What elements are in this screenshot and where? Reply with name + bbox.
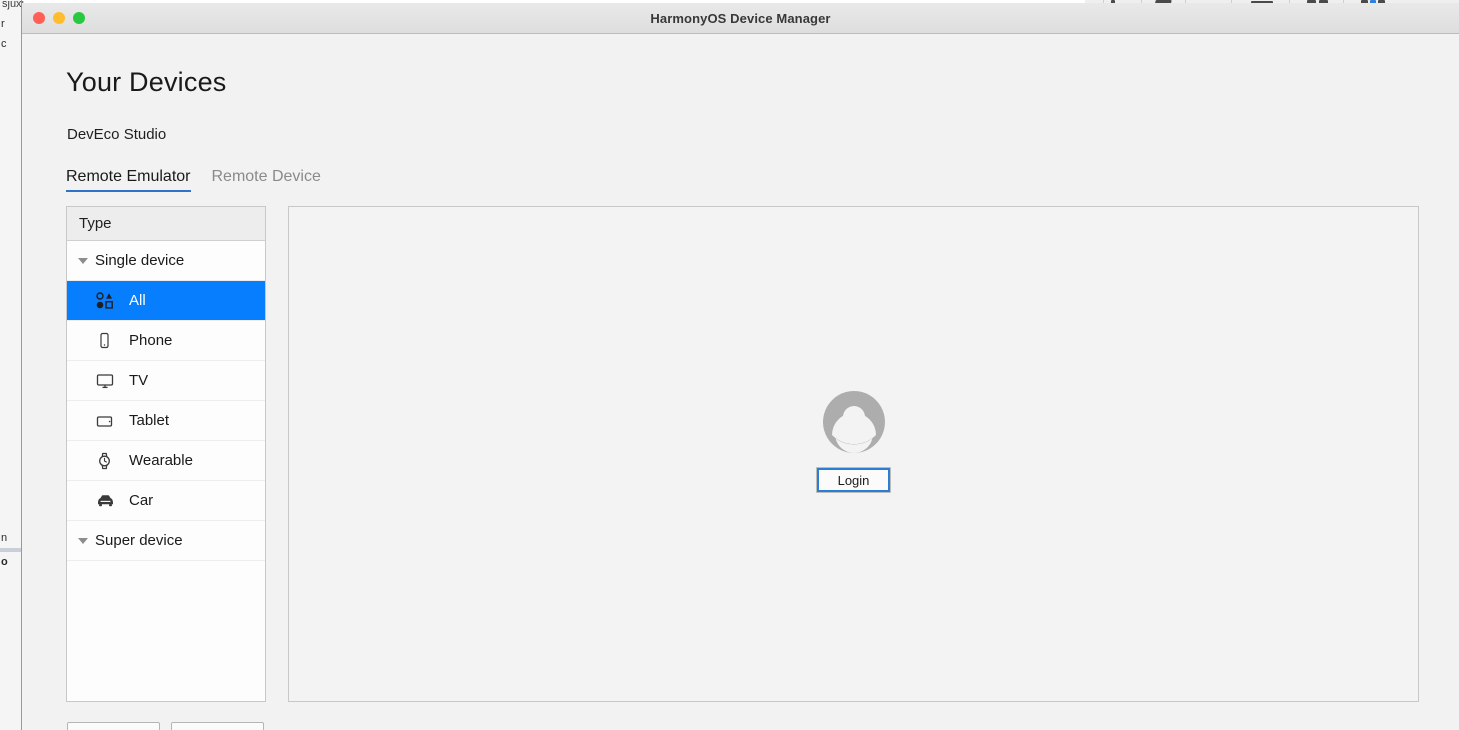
car-icon [96,492,122,509]
window-title: HarmonyOS Device Manager [22,11,1459,26]
chevron-down-icon [78,538,88,544]
background-text-r: r [1,18,5,30]
sidebar-item-tablet-label: Tablet [129,412,169,429]
login-block: Login [289,391,1418,493]
group-single-device[interactable]: Single device [67,241,265,281]
sidebar-item-car-label: Car [129,492,153,509]
group-super-device[interactable]: Super device [67,521,265,561]
refresh-button[interactable]: Refresh [171,722,264,730]
sidebar-item-tv[interactable]: TV [67,361,265,401]
device-type-list: Type Single device All [66,206,266,702]
page-subtitle: DevEco Studio [67,126,166,143]
window-content: Your Devices DevEco Studio Remote Emulat… [22,34,1459,730]
background-tab-fragment: sjuxi [2,0,24,10]
login-button[interactable]: Login [816,467,891,493]
device-type-list-header: Type [67,207,265,241]
sidebar-item-wearable-label: Wearable [129,452,193,469]
sidebar-item-tv-label: TV [129,372,148,389]
sidebar-item-phone-label: Phone [129,332,172,349]
background-divider [0,548,21,552]
background-text-c: c [1,38,7,50]
user-avatar-icon [823,391,885,453]
watch-icon [96,452,122,470]
tv-icon [96,372,122,389]
tab-remote-emulator[interactable]: Remote Emulator [66,168,191,192]
help-button[interactable]: Help [67,722,160,730]
footer-button-row: Help Refresh [67,722,264,730]
sidebar-item-tablet[interactable]: Tablet [67,401,265,441]
sidebar-item-car[interactable]: Car [67,481,265,521]
phone-icon [96,332,122,349]
chevron-down-icon [78,258,88,264]
background-window-left-edge: sjuxi r c n o [0,0,22,730]
device-panel: Login [288,206,1419,702]
harmonyos-device-manager-window: HarmonyOS Device Manager Your Devices De… [22,3,1459,730]
group-super-device-label: Super device [95,532,183,549]
sidebar-item-wearable[interactable]: Wearable [67,441,265,481]
tablet-icon [96,412,122,429]
sidebar-item-all[interactable]: All [67,281,265,321]
group-single-device-label: Single device [95,252,184,269]
window-titlebar: HarmonyOS Device Manager [22,3,1459,34]
tab-bar: Remote Emulator Remote Device [66,168,321,192]
all-shapes-icon [96,292,122,309]
sidebar-item-phone[interactable]: Phone [67,321,265,361]
page-title: Your Devices [66,67,227,98]
background-text-o: o [1,556,8,568]
background-text-n: n [1,532,7,544]
sidebar-item-all-label: All [129,292,146,309]
tab-remote-device[interactable]: Remote Device [212,168,321,192]
